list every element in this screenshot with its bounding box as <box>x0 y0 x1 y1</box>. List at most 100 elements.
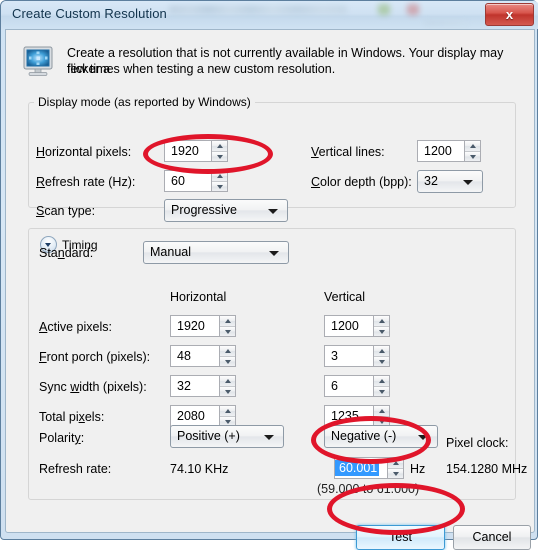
sync-width-vertical-input[interactable]: 6 <box>324 375 373 397</box>
spin-up-icon[interactable] <box>212 141 227 152</box>
horizontal-pixels-input[interactable]: 1920 <box>164 140 211 162</box>
spin-up-icon[interactable] <box>374 346 389 357</box>
spin-buttons[interactable] <box>387 457 404 479</box>
test-button[interactable]: Test <box>356 525 445 550</box>
spin-down-icon[interactable] <box>220 386 235 396</box>
spin-buttons[interactable] <box>373 315 390 337</box>
total-pixels-horizontal-spinner[interactable]: 2080 <box>170 405 236 427</box>
spin-up-icon[interactable] <box>374 376 389 387</box>
window-title: Create Custom Resolution <box>12 6 167 21</box>
spin-up-icon[interactable] <box>374 316 389 327</box>
monitor-icon <box>22 44 56 78</box>
spin-up-icon[interactable] <box>220 406 235 417</box>
selected-value-text: 60.001 <box>335 460 380 476</box>
sync-width-horizontal-spinner[interactable]: 32 <box>170 375 236 397</box>
background-blur-text <box>169 5 347 14</box>
cancel-button[interactable]: Cancel <box>453 525 531 550</box>
spin-buttons[interactable] <box>373 375 390 397</box>
front-porch-horizontal-input[interactable]: 48 <box>170 345 219 367</box>
vertical-lines-label: Vertical lines: <box>311 145 385 159</box>
timing-refresh-rate-vertical-spinner[interactable]: 60.001 <box>334 457 404 479</box>
spin-down-icon[interactable] <box>220 356 235 366</box>
front-porch-vertical-input[interactable]: 3 <box>324 345 373 367</box>
background-blur-line <box>425 21 467 25</box>
polarity-vertical-combobox[interactable]: Negative (-) <box>324 425 438 448</box>
color-depth-combobox[interactable]: 32 <box>417 170 483 193</box>
active-pixels-horizontal-spinner[interactable]: 1920 <box>170 315 236 337</box>
refresh-rate-hz-label: Refresh rate (Hz): <box>36 175 136 189</box>
active-pixels-vertical-input[interactable]: 1200 <box>324 315 373 337</box>
total-pixels-vertical-spinner[interactable]: 1235 <box>324 405 390 427</box>
horizontal-pixels-spinner[interactable]: 1920 <box>164 140 228 162</box>
spin-down-icon[interactable] <box>212 151 227 161</box>
spin-down-icon[interactable] <box>374 356 389 366</box>
chevron-down-icon <box>269 251 279 256</box>
polarity-label: Polarity: <box>39 431 85 445</box>
refresh-rate-hz-spin-buttons[interactable] <box>211 170 228 192</box>
spin-down-icon[interactable] <box>374 326 389 336</box>
polarity-horizontal-combobox[interactable]: Positive (+) <box>170 425 284 448</box>
chevron-down-icon <box>264 435 274 440</box>
front-porch-label: Front porch (pixels): <box>39 350 151 364</box>
background-blur-icon-red <box>407 4 419 15</box>
horizontal-pixels-label: Horizontal pixels: <box>36 145 132 159</box>
chevron-down-icon <box>418 435 428 440</box>
sync-width-vertical-spinner[interactable]: 6 <box>324 375 390 397</box>
dialog-client-area: Create a resolution that is not currentl… <box>5 29 535 550</box>
pixel-clock-label: Pixel clock: <box>446 436 509 450</box>
dialog-window: Create Custom Resolution x Create a reso… <box>0 0 538 550</box>
front-porch-horizontal-spinner[interactable]: 48 <box>170 345 236 367</box>
spin-buttons[interactable] <box>373 405 390 427</box>
spin-buttons[interactable] <box>373 345 390 367</box>
active-pixels-vertical-spinner[interactable]: 1200 <box>324 315 390 337</box>
standard-value: Manual <box>150 245 191 259</box>
title-bar[interactable]: Create Custom Resolution x <box>1 1 538 29</box>
spin-up-icon[interactable] <box>220 346 235 357</box>
color-depth-label: Color depth (bpp): <box>311 175 412 189</box>
active-pixels-horizontal-input[interactable]: 1920 <box>170 315 219 337</box>
timing-refresh-rate-vertical-input[interactable]: 60.001 <box>334 457 387 479</box>
total-pixels-vertical-input[interactable]: 1235 <box>324 405 373 427</box>
close-button[interactable]: x <box>485 3 534 26</box>
scan-type-label: Scan type: <box>36 204 96 218</box>
spin-down-icon[interactable] <box>220 326 235 336</box>
background-blur-icon-green <box>378 4 390 15</box>
spin-up-icon[interactable] <box>465 141 480 152</box>
spin-up-icon[interactable] <box>220 316 235 327</box>
total-pixels-horizontal-input[interactable]: 2080 <box>170 405 219 427</box>
description-line-2: few times when testing a new custom reso… <box>67 62 336 76</box>
timing-refresh-rate-label: Refresh rate: <box>39 462 112 476</box>
refresh-rate-hz-input[interactable]: 60 <box>164 170 211 192</box>
refresh-rate-hz-spinner[interactable]: 60 <box>164 170 228 192</box>
refresh-rate-range-hint: (59.000 to 61.000) <box>317 482 420 496</box>
spin-buttons[interactable] <box>219 375 236 397</box>
polarity-horizontal-value: Positive (+) <box>177 429 240 443</box>
vertical-lines-spin-buttons[interactable] <box>464 140 481 162</box>
spin-buttons[interactable] <box>219 315 236 337</box>
standard-combobox[interactable]: Manual <box>143 241 289 264</box>
vertical-lines-input[interactable]: 1200 <box>417 140 464 162</box>
spin-buttons[interactable] <box>219 405 236 427</box>
chevron-down-icon <box>463 180 473 185</box>
spin-up-icon[interactable] <box>212 171 227 182</box>
active-pixels-label: Active pixels: <box>39 320 112 334</box>
spin-up-icon[interactable] <box>374 406 389 417</box>
horizontal-pixels-spin-buttons[interactable] <box>211 140 228 162</box>
spin-down-icon[interactable] <box>374 386 389 396</box>
spin-down-icon[interactable] <box>212 181 227 191</box>
spin-up-icon[interactable] <box>388 458 403 469</box>
refresh-rate-unit-label: Hz <box>410 462 426 476</box>
column-header-vertical: Vertical <box>324 290 365 304</box>
sync-width-horizontal-input[interactable]: 32 <box>170 375 219 397</box>
close-icon: x <box>505 7 514 22</box>
chevron-down-icon <box>268 209 278 214</box>
spin-down-icon[interactable] <box>465 151 480 161</box>
front-porch-vertical-spinner[interactable]: 3 <box>324 345 390 367</box>
spin-down-icon[interactable] <box>388 468 403 478</box>
timing-group <box>28 228 516 500</box>
scan-type-combobox[interactable]: Progressive <box>164 199 288 222</box>
total-pixels-label: Total pixels: <box>39 410 105 424</box>
vertical-lines-spinner[interactable]: 1200 <box>417 140 481 162</box>
spin-up-icon[interactable] <box>220 376 235 387</box>
spin-buttons[interactable] <box>219 345 236 367</box>
